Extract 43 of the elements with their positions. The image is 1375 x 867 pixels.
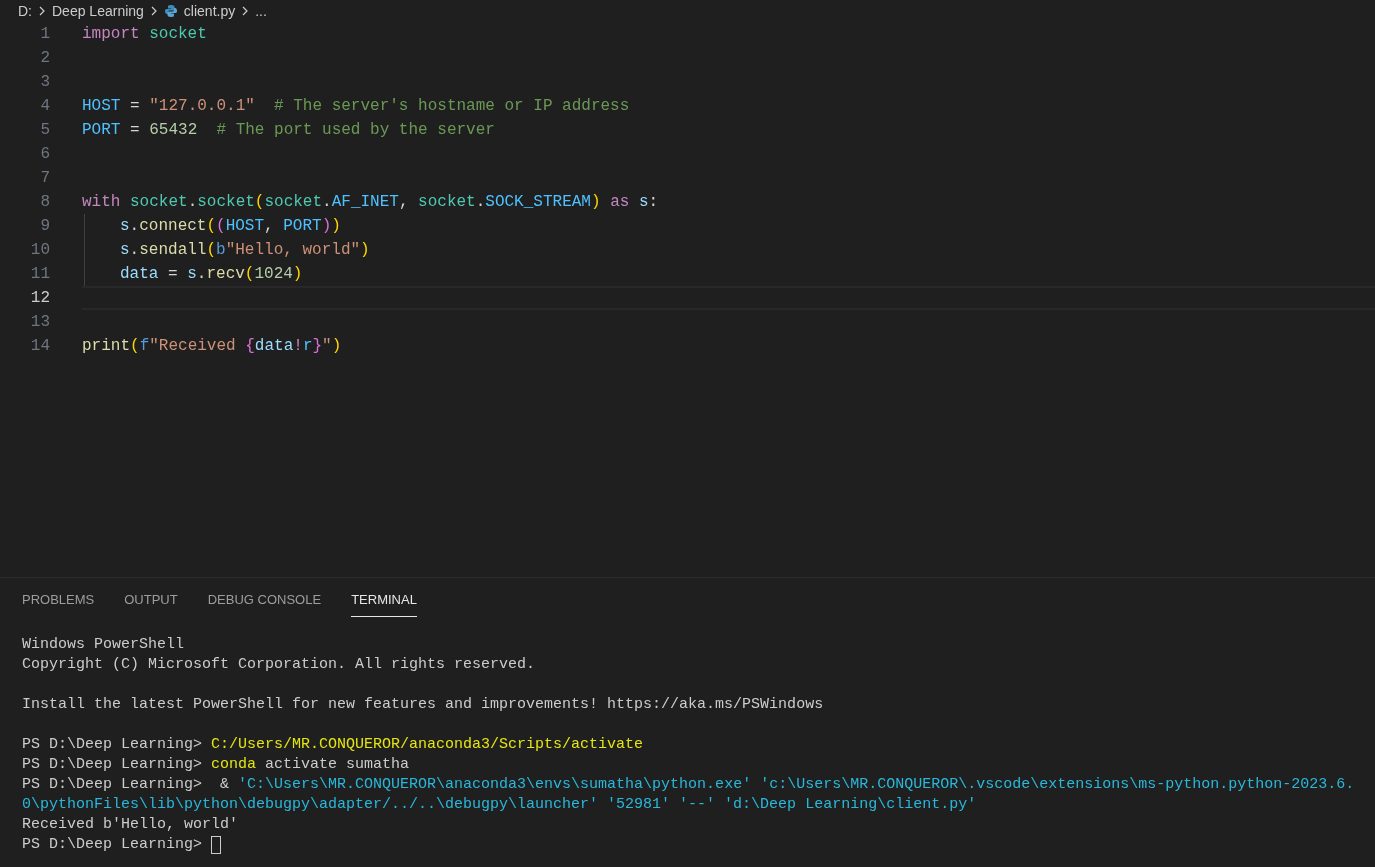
code-line: import socket (82, 24, 207, 45)
breadcrumb-item[interactable]: client.py (183, 0, 236, 22)
chevron-right-icon (241, 5, 250, 17)
panel-tab[interactable]: TERMINAL (351, 590, 417, 617)
terminal-line: PS D:\Deep Learning> C:/Users/MR.CONQUEROR/anaconda3/Scripts/activate (22, 734, 644, 755)
breadcrumb-item[interactable]: Deep Learning (52, 0, 144, 22)
line-number: 8 (39, 192, 50, 213)
code-line: print(f"Received {data!r}") (82, 336, 342, 357)
terminal-line: Windows PowerShell (22, 634, 185, 655)
terminal-line: 0\pythonFiles\lib\python\debugpy\adapter/../..\debugpy\launcher' '52981' '--' 'd:\Deep Learning\client.py' (22, 794, 977, 815)
terminal-line: Copyright (C) Microsoft Corporation. All rights reserved. (22, 654, 536, 675)
python-icon (163, 4, 178, 18)
line-number: 10 (29, 240, 50, 261)
line-number: 12 (29, 288, 50, 309)
line-number: 9 (39, 216, 50, 237)
code-line: PORT = 65432 # The port used by the server (82, 120, 495, 141)
code-line: HOST = "127.0.0.1" # The server's hostname or IP address (82, 96, 630, 117)
chevron-right-icon (149, 5, 158, 17)
code-line: with socket.socket(socket.AF_INET, socket.SOCK_STREAM) as s: (82, 192, 659, 213)
terminal-line: PS D:\Deep Learning> conda activate sumatha (22, 754, 410, 775)
line-number: 2 (39, 48, 50, 69)
line-number: 6 (39, 144, 50, 165)
terminal-line: Install the latest PowerShell for new features and improvements! https://aka.ms/PSWindows (22, 694, 824, 715)
terminal-line: Received b'Hello, world' (22, 814, 239, 835)
breadcrumb-item[interactable]: D: (18, 0, 32, 22)
line-number: 5 (39, 120, 50, 141)
line-number: 13 (29, 312, 50, 333)
code-line: s.sendall(b"Hello, world") (120, 240, 370, 261)
breadcrumb-more[interactable]: ... (255, 0, 267, 22)
chevron-right-icon (38, 5, 46, 17)
code-line: data = s.recv(1024) (120, 264, 303, 285)
line-number: 11 (29, 264, 50, 285)
line-number: 1 (39, 24, 50, 45)
terminal-line: PS D:\Deep Learning> & 'C:\Users\MR.CONQUEROR\anaconda3\envs\sumatha\python.exe' 'c:\Users\MR.CONQUEROR\.vscode\extensions\ms-python.python-2023.6. (22, 774, 1355, 795)
line-number: 3 (39, 72, 50, 93)
line-number: 14 (29, 336, 50, 357)
panel-tab[interactable]: DEBUG CONSOLE (207, 590, 322, 617)
panel-tab[interactable]: OUTPUT (124, 590, 178, 617)
terminal-line: PS D:\Deep Learning> (22, 834, 204, 855)
line-number: 7 (39, 168, 50, 189)
code-line: s.connect((HOST, PORT)) (120, 216, 341, 237)
panel-tab[interactable]: PROBLEMS (22, 590, 95, 617)
line-number: 4 (39, 96, 50, 117)
